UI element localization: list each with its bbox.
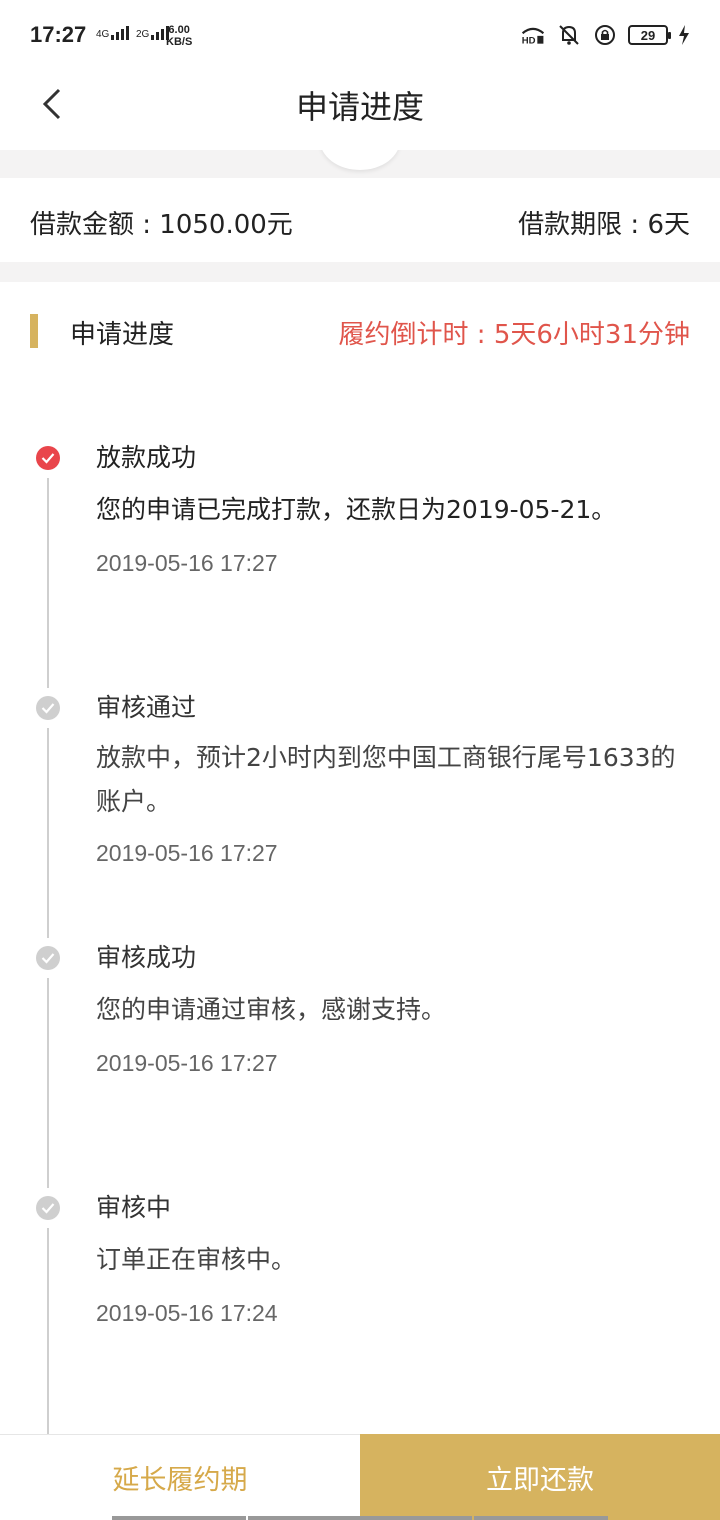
timeline-title: 放款成功 bbox=[96, 443, 197, 472]
mute-icon bbox=[556, 22, 582, 48]
repay-now-button[interactable]: 立即还款 bbox=[360, 1434, 720, 1520]
speed-value: 6.00 bbox=[168, 24, 190, 36]
timeline-desc: 放款中，预计2小时内到您中国工商银行尾号1633的账户。 bbox=[96, 743, 676, 816]
charging-icon bbox=[678, 22, 690, 48]
page-title: 申请进度 bbox=[295, 88, 424, 126]
countdown-text: 履约倒计时 : 5天6小时31分钟 bbox=[338, 320, 690, 350]
hd-icon: HD bbox=[520, 22, 546, 48]
bottom-action-bar: 延长履约期 立即还款 bbox=[0, 1434, 720, 1520]
loan-term: 借款期限 : 6天 bbox=[518, 210, 690, 240]
timeline-connector bbox=[47, 1228, 49, 1434]
network-speed: 6.00 KB/S bbox=[166, 24, 192, 48]
extend-term-button[interactable]: 延长履约期 bbox=[0, 1434, 360, 1520]
divider-band bbox=[0, 262, 720, 282]
timeline-connector bbox=[47, 728, 49, 938]
lock-rotation-icon bbox=[592, 22, 618, 48]
check-circle-icon bbox=[36, 1196, 60, 1220]
timeline-title: 审核成功 bbox=[96, 943, 197, 972]
gesture-indicator bbox=[474, 1516, 608, 1520]
battery-icon: 29 bbox=[628, 25, 671, 45]
signal-1: 4G bbox=[96, 24, 130, 40]
section-accent-bar bbox=[30, 314, 38, 348]
timeline-desc: 订单正在审核中。 bbox=[96, 1245, 297, 1274]
loan-info: 借款金额 : 1050.00元 借款期限 : 6天 bbox=[0, 178, 720, 262]
header-bump bbox=[320, 150, 400, 170]
timeline-connector bbox=[47, 478, 49, 688]
network-label-1: 4G bbox=[96, 29, 110, 40]
status-time: 17:27 bbox=[30, 22, 87, 47]
status-icons: HD 29 bbox=[520, 22, 690, 48]
speed-unit: KB/S bbox=[166, 36, 193, 48]
svg-text:HD: HD bbox=[522, 36, 536, 47]
timeline-time: 2019-05-16 17:27 bbox=[96, 1050, 278, 1076]
check-circle-icon bbox=[36, 696, 60, 720]
loan-amount: 借款金额 : 1050.00元 bbox=[30, 210, 293, 240]
timeline-time: 2019-05-16 17:27 bbox=[96, 840, 278, 866]
gesture-indicator bbox=[248, 1516, 472, 1520]
section-title: 申请进度 bbox=[70, 320, 175, 350]
network-label-2: 2G bbox=[136, 29, 150, 40]
timeline-title: 审核中 bbox=[96, 1193, 172, 1222]
check-circle-icon bbox=[36, 946, 60, 970]
section-header: 申请进度 履约倒计时 : 5天6小时31分钟 bbox=[0, 282, 720, 382]
progress-timeline: 放款成功 您的申请已完成打款，还款日为2019-05-21。 2019-05-1… bbox=[0, 382, 720, 1434]
timeline-time: 2019-05-16 17:27 bbox=[96, 550, 278, 576]
timeline-time: 2019-05-16 17:24 bbox=[96, 1300, 278, 1326]
timeline-connector bbox=[47, 978, 49, 1188]
check-circle-icon bbox=[36, 446, 60, 470]
signal-bars-icon bbox=[111, 24, 130, 40]
nav-bar: 申请进度 bbox=[0, 72, 720, 150]
gesture-indicator bbox=[112, 1516, 246, 1520]
timeline-desc: 您的申请已完成打款，还款日为2019-05-21。 bbox=[96, 495, 617, 524]
status-bar: 17:27 4G 2G 6.00 KB/S HD 29 bbox=[0, 0, 720, 72]
signal-2: 2G bbox=[136, 24, 170, 40]
timeline-title: 审核通过 bbox=[96, 693, 197, 722]
divider-band bbox=[0, 150, 720, 178]
timeline-desc: 您的申请通过审核，感谢支持。 bbox=[96, 995, 447, 1024]
